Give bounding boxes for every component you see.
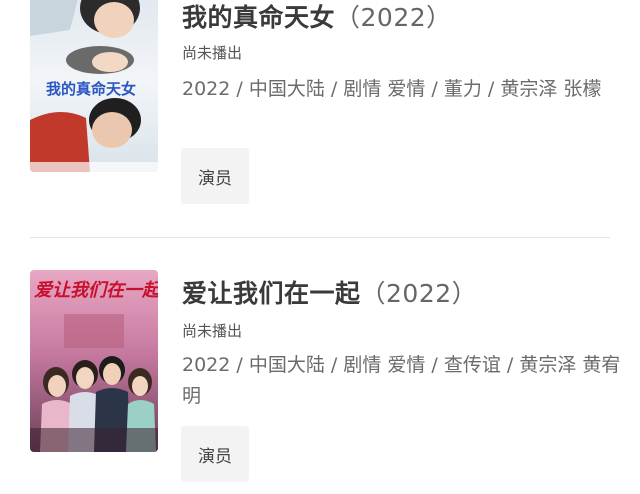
poster-artwork: 我的真命天女 [30,0,158,172]
list-item[interactable]: 爱让我们在一起 爱让我们在一起（2022） 尚未播出 2022 / 中国大陆 /… [0,266,640,494]
poster-title-text: 我的真命天女 [46,80,136,98]
poster-artwork: 爱让我们在一起 [30,270,158,452]
title-text: 爱让我们在一起 [182,279,361,308]
air-status: 尚未播出 [182,322,243,340]
drama-title[interactable]: 我的真命天女（2022） [182,0,452,34]
cast-button[interactable]: 演员 [181,426,249,482]
item-divider [30,237,610,238]
drama-list: 我的真命天女 我的真命天女（2022） 尚未播出 2022 / 中国大陆 / 剧… [0,0,640,494]
list-item[interactable]: 我的真命天女 我的真命天女（2022） 尚未播出 2022 / 中国大陆 / 剧… [0,0,640,232]
poster-image[interactable]: 我的真命天女 [30,0,158,172]
drama-meta: 2022 / 中国大陆 / 剧情 爱情 / 查传谊 / 黄宗泽 黄宥明 [182,354,621,407]
cast-button[interactable]: 演员 [181,148,249,204]
drama-meta: 2022 / 中国大陆 / 剧情 爱情 / 董力 / 黄宗泽 张檬 [182,78,602,100]
title-text: 我的真命天女 [182,3,336,32]
drama-title[interactable]: 爱让我们在一起（2022） [182,274,477,310]
air-status: 尚未播出 [182,44,243,62]
title-year: （2022） [360,279,478,308]
poster-image[interactable]: 爱让我们在一起 [30,270,158,452]
title-year: （2022） [335,3,452,32]
poster-title-text: 爱让我们在一起 [34,280,158,301]
